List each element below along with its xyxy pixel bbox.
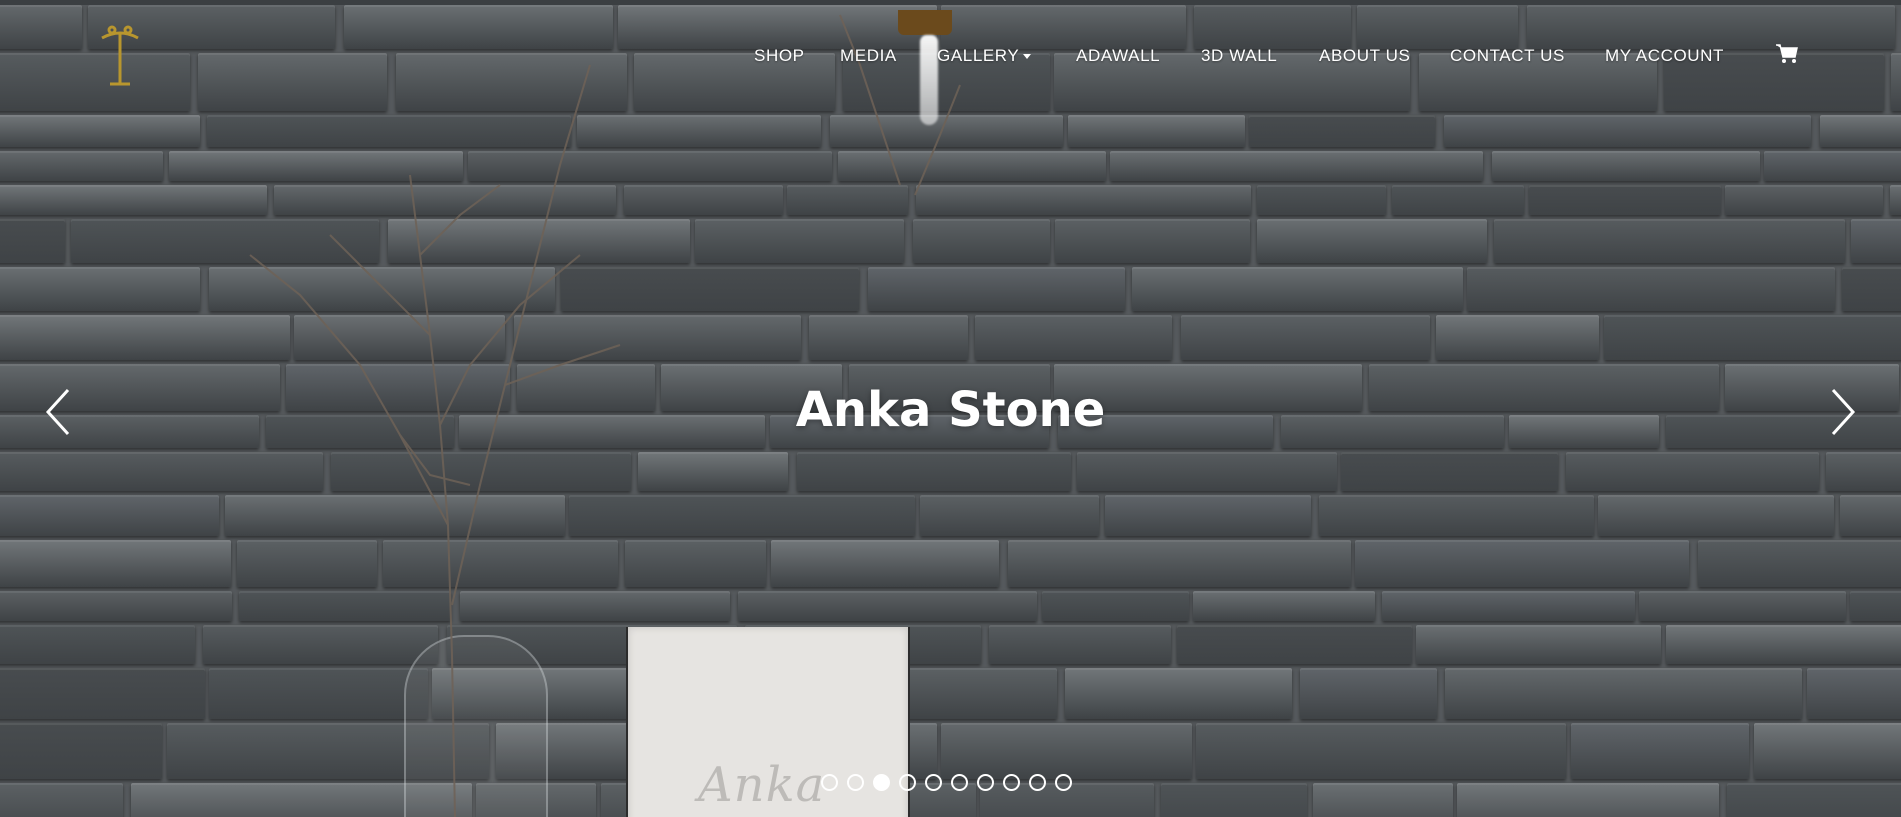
slide-indicator-dot[interactable] (847, 774, 864, 791)
slide-indicator-dot[interactable] (873, 774, 890, 791)
nav-gallery[interactable]: GALLERY (937, 44, 1032, 68)
nav-adawall[interactable]: ADAWALL (1076, 44, 1160, 68)
slide-indicator-dot[interactable] (899, 774, 916, 791)
top-border (0, 0, 1901, 5)
chevron-left-icon[interactable] (40, 386, 76, 438)
slide-indicator-dot[interactable] (951, 774, 968, 791)
caret-down-icon (1023, 54, 1032, 60)
slide-indicator-dot[interactable] (977, 774, 994, 791)
nav-3d-wall[interactable]: 3D WALL (1201, 44, 1277, 68)
shopping-cart-icon[interactable] (1775, 43, 1799, 65)
nav-gallery-label: GALLERY (937, 46, 1020, 65)
chevron-right-icon[interactable] (1825, 386, 1861, 438)
slide-indicator-dot[interactable] (1003, 774, 1020, 791)
slide-indicator-dot[interactable] (925, 774, 942, 791)
slide-title: Anka Stone (795, 382, 1106, 438)
slide-indicator-dot[interactable] (821, 774, 838, 791)
nav-about-us[interactable]: ABOUT US (1319, 44, 1410, 68)
nav-my-account[interactable]: MY ACCOUNT (1605, 44, 1724, 68)
site-logo[interactable] (94, 24, 146, 90)
slide-indicator-dot[interactable] (1055, 774, 1072, 791)
nav-media[interactable]: MEDIA (840, 44, 897, 68)
nav-contact-us[interactable]: CONTACT US (1450, 44, 1565, 68)
slide-indicator-dot[interactable] (1029, 774, 1046, 791)
nav-shop[interactable]: SHOP (754, 44, 805, 68)
